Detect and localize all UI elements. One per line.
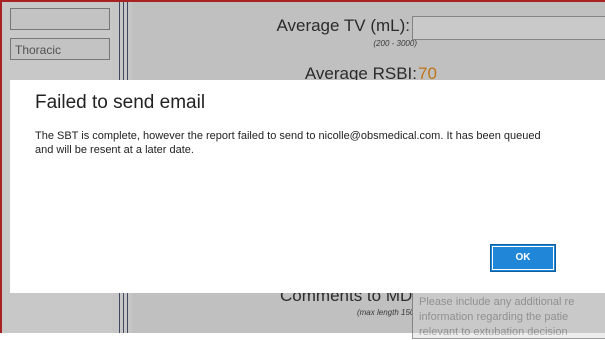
dialog-title: Failed to send email xyxy=(35,92,206,113)
ok-button[interactable]: OK xyxy=(490,244,556,272)
app-window: Thoracic Average TV (mL): (200 - 3000) A… xyxy=(0,0,605,339)
error-dialog: Failed to send email The SBT is complete… xyxy=(10,80,605,293)
dialog-message: The SBT is complete, however the report … xyxy=(35,130,541,156)
